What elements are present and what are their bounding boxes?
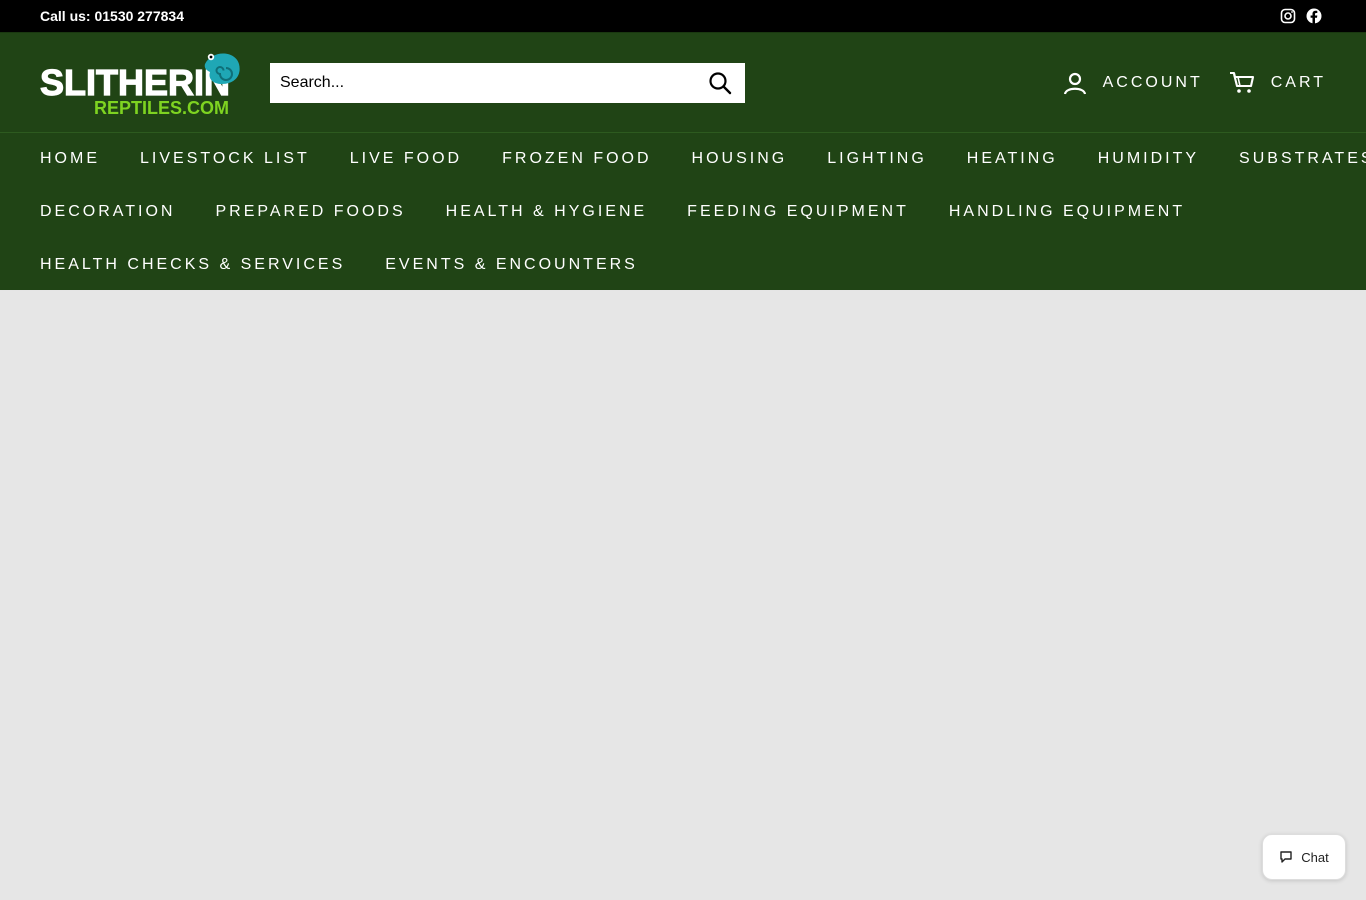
- search-input[interactable]: [280, 73, 705, 92]
- chat-label: Chat: [1301, 849, 1329, 865]
- social-links: [1280, 8, 1322, 24]
- user-icon: [1063, 71, 1087, 95]
- chat-button[interactable]: Chat: [1262, 834, 1346, 880]
- chat-bubble-icon: [1279, 850, 1293, 864]
- nav-item-frozen-food[interactable]: FROZEN FOOD: [502, 150, 651, 168]
- logo-text-bottom: REPTILES.COM: [94, 98, 229, 118]
- nav-row-1: HOME LIVESTOCK LIST LIVE FOOD FROZEN FOO…: [40, 133, 1366, 185]
- facebook-icon[interactable]: [1306, 8, 1322, 24]
- header-actions: ACCOUNT CART: [1063, 71, 1326, 95]
- nav-item-heating[interactable]: HEATING: [967, 150, 1058, 168]
- hero-placeholder: [0, 291, 1366, 900]
- nav-item-prepared-foods[interactable]: PREPARED FOODS: [215, 203, 405, 221]
- nav-row-2: DECORATION PREPARED FOODS HEALTH & HYGIE…: [40, 185, 1326, 238]
- phone-number[interactable]: Call us: 01530 277834: [40, 8, 184, 24]
- cart-label: CART: [1270, 73, 1326, 91]
- nav-item-lighting[interactable]: LIGHTING: [827, 150, 927, 168]
- nav-item-substrates[interactable]: SUBSTRATES: [1239, 150, 1366, 168]
- nav-item-events-encounters[interactable]: EVENTS & ENCOUNTERS: [385, 256, 638, 274]
- site-header: SLITHERIN REPTILES.COM ACCOUNT: [0, 32, 1366, 132]
- account-label: ACCOUNT: [1102, 73, 1203, 91]
- nav-item-decoration[interactable]: DECORATION: [40, 203, 175, 221]
- announcement-bar: Call us: 01530 277834: [0, 0, 1366, 32]
- nav-item-handling-equipment[interactable]: HANDLING EQUIPMENT: [949, 203, 1185, 221]
- nav-item-health-checks-services[interactable]: HEALTH CHECKS & SERVICES: [40, 256, 345, 274]
- cart-link[interactable]: CART: [1229, 71, 1326, 95]
- account-link[interactable]: ACCOUNT: [1063, 71, 1203, 95]
- nav-item-feeding-equipment[interactable]: FEEDING EQUIPMENT: [687, 203, 909, 221]
- logo-text-top: SLITHERIN: [40, 62, 230, 103]
- instagram-icon[interactable]: [1280, 8, 1296, 24]
- cart-icon: [1229, 71, 1255, 95]
- site-logo[interactable]: SLITHERIN REPTILES.COM: [40, 48, 240, 118]
- nav-item-humidity[interactable]: HUMIDITY: [1098, 150, 1199, 168]
- main-navigation: HOME LIVESTOCK LIST LIVE FOOD FROZEN FOO…: [0, 132, 1366, 290]
- nav-item-housing[interactable]: HOUSING: [692, 150, 788, 168]
- nav-item-home[interactable]: HOME: [40, 150, 100, 168]
- nav-item-health-hygiene[interactable]: HEALTH & HYGIENE: [446, 203, 648, 221]
- nav-item-livestock-list[interactable]: LIVESTOCK LIST: [140, 150, 310, 168]
- nav-item-live-food[interactable]: LIVE FOOD: [350, 150, 462, 168]
- search-bar: [270, 62, 745, 103]
- nav-row-3: HEALTH CHECKS & SERVICES EVENTS & ENCOUN…: [40, 238, 1326, 291]
- search-icon[interactable]: [705, 68, 735, 98]
